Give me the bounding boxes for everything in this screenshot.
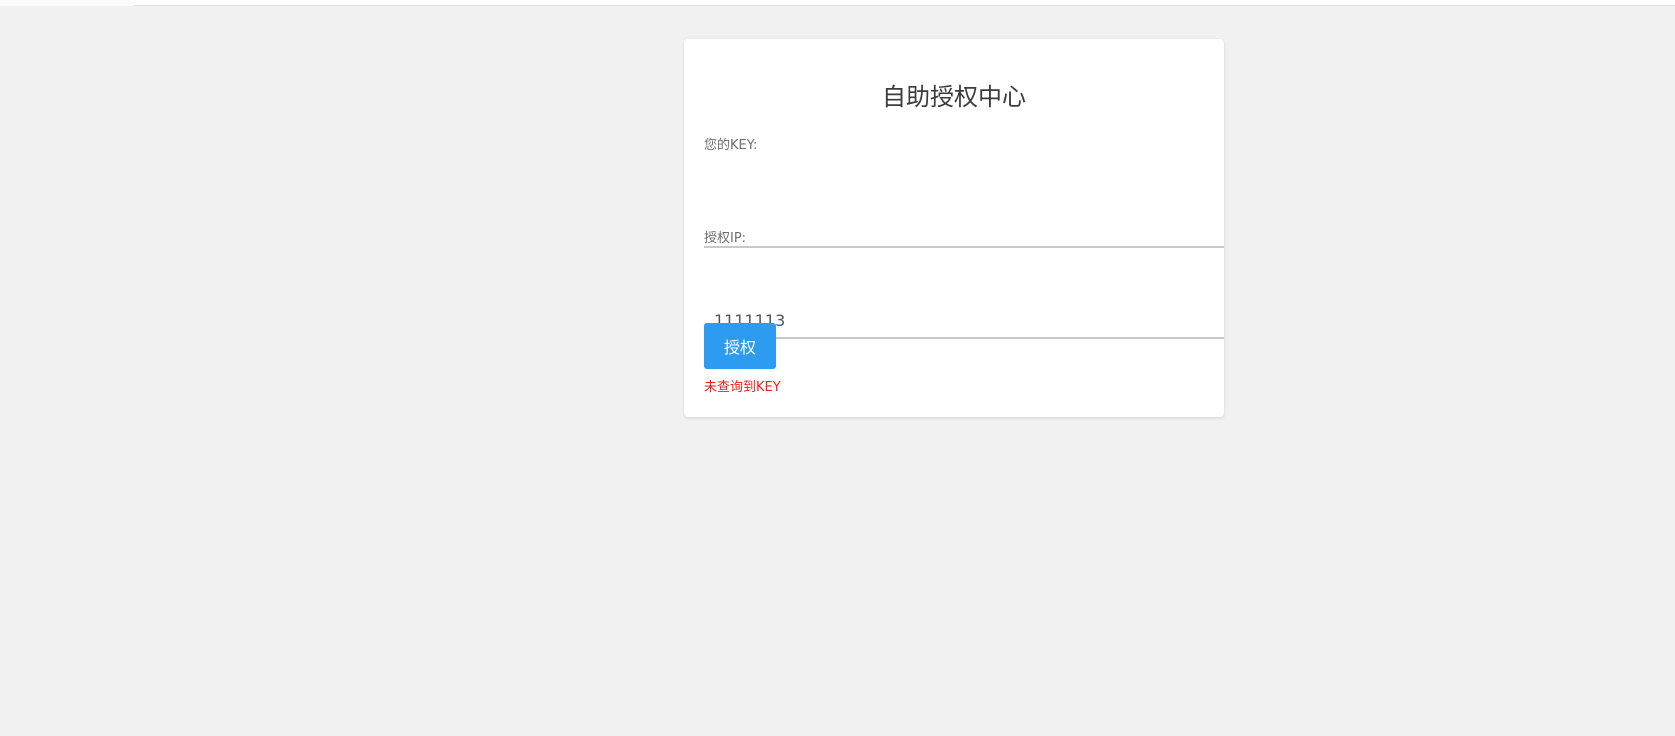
ip-input[interactable]	[704, 303, 1224, 339]
key-input[interactable]	[704, 212, 1224, 248]
ip-field-label: 授权IP:	[704, 231, 747, 246]
top-strip-tab	[0, 0, 133, 6]
top-strip	[0, 0, 1675, 6]
key-field-label: 您的KEY:	[704, 138, 758, 153]
authorization-card: 自助授权中心 您的KEY: 授权IP: 授权 未查询到KEY	[684, 39, 1224, 417]
error-message: 未查询到KEY	[704, 380, 781, 395]
authorize-button[interactable]: 授权	[704, 323, 776, 369]
page-title: 自助授权中心	[882, 83, 1026, 111]
